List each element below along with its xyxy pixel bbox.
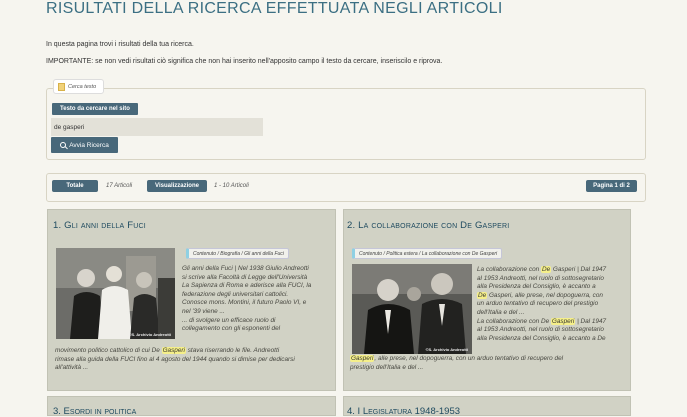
excerpt-line: movimento politico cattolico di cui De G… (55, 347, 280, 354)
excerpt-line: nel '39 viene ... (182, 307, 225, 315)
result-card: 2. La collaborazione con De Gasperi Cont… (343, 209, 631, 391)
pagination-badge[interactable]: Pagina 1 di 2 (586, 180, 637, 192)
intro-text: In questa pagina trovi i risultati della… (46, 41, 194, 48)
excerpt-line: si scrive alla Facoltà di Legge dell'Uni… (182, 273, 308, 281)
view-badge: Visualizzazione (147, 180, 207, 192)
result-thumbnail[interactable]: ©S. Archivio Andreotti (352, 264, 472, 354)
result-breadcrumb[interactable]: Contenuto / Biografia / Gli anni della F… (186, 248, 289, 259)
excerpt-line: Conosce mons. Montini, il futuro Paolo V… (182, 299, 307, 307)
search-input[interactable]: de gasperi (51, 118, 263, 136)
result-excerpt-full: movimento politico cattolico di cui De G… (55, 347, 335, 373)
photo-watermark: ©S. Archivio Andreotti (425, 347, 468, 352)
excerpt-line: De Gasperi, alle prese, nel dopoguerra, … (477, 291, 603, 299)
result-card: 4. I Legislatura 1948-1953 (343, 396, 631, 417)
search-legend-label: Cerca testo (68, 83, 97, 90)
view-value: 1 - 10 Articoli (214, 183, 249, 189)
excerpt-line: federazione degli universitari cattolici… (182, 290, 289, 298)
note-icon (58, 82, 65, 91)
excerpt-line: dell'Italia e del ... (477, 308, 525, 316)
result-card: 1. Gli anni della Fuci Contenuto / Biogr… (47, 209, 336, 391)
results-stats-bar (46, 173, 646, 202)
result-title[interactable]: 1. Gli anni della Fuci (53, 220, 146, 231)
excerpt-line: al 1953 Andreotti, nel ruolo di sottoseg… (477, 326, 604, 334)
excerpt-line: collegamento con gli esponenti del (182, 325, 281, 333)
search-highlight: De (477, 291, 488, 299)
search-highlight: De (540, 266, 552, 273)
search-highlight: Gasperi (161, 347, 186, 354)
search-highlight: Gasperi (350, 355, 375, 362)
excerpt-line: all'attività ... (55, 364, 89, 372)
excerpt-line: Gli anni della Fuci | Nel 1938 Giulio An… (182, 265, 309, 272)
result-thumbnail[interactable]: ©S. Archivio Andreotti (56, 248, 175, 339)
excerpt-line: alla Presidenza del Consiglio, è accanto… (477, 334, 606, 342)
excerpt-line: rimase alla guida della FUCI fino al 4 a… (55, 355, 295, 363)
result-excerpt: La collaborazione con De Gasperi | Dal 1… (477, 266, 630, 343)
result-excerpt: Gli anni della Fuci | Nel 1938 Giulio An… (182, 265, 334, 334)
excerpt-line: La collaborazione con De Gasperi | Dal 1… (477, 317, 607, 325)
result-title[interactable]: 2. La collaborazione con De Gasperi (347, 220, 509, 231)
start-search-button[interactable]: Avvia Ricerca (51, 137, 118, 153)
important-note: IMPORTANTE: se non vedi risultati ciò si… (46, 58, 443, 65)
total-value: 17 Articoli (106, 183, 133, 189)
page-title: RISULTATI DELLA RICERCA EFFETTUATA NEGLI… (46, 0, 503, 17)
start-search-label: Avvia Ricerca (69, 141, 109, 149)
search-field-label: Testo da cercare nel sito (52, 103, 138, 115)
result-excerpt-full: Gasperi, alle prese, nel dopoguerra, con… (350, 355, 630, 372)
excerpt-line: un arduo tentativo di recupero del prest… (477, 300, 599, 308)
excerpt-line: alla Presidenza del Consiglio, è accanto… (477, 283, 596, 291)
excerpt-line: La collaborazione con De Gasperi | Dal 1… (477, 266, 607, 273)
photo-watermark: ©S. Archivio Andreotti (128, 332, 171, 337)
search-highlight: Gasperi (550, 317, 576, 325)
excerpt-line: La Sapienza di Roma e aderisce alla FUCI… (182, 282, 312, 290)
total-badge: Totale (52, 180, 98, 192)
search-legend: Cerca testo (53, 79, 104, 94)
result-breadcrumb[interactable]: Contenuto / Politica estera / La collabo… (352, 248, 503, 259)
excerpt-line: Gasperi, alle prese, nel dopoguerra, con… (350, 355, 564, 362)
excerpt-line: ... di svolgere un efficace ruolo di (182, 316, 276, 324)
result-card: 3. Esordi in politica (47, 396, 336, 417)
excerpt-line: al 1953 Andreotti, nel ruolo di sottoseg… (477, 274, 604, 282)
search-icon (60, 142, 67, 148)
excerpt-line: prestigio dell'Italia e del ... (350, 363, 424, 371)
